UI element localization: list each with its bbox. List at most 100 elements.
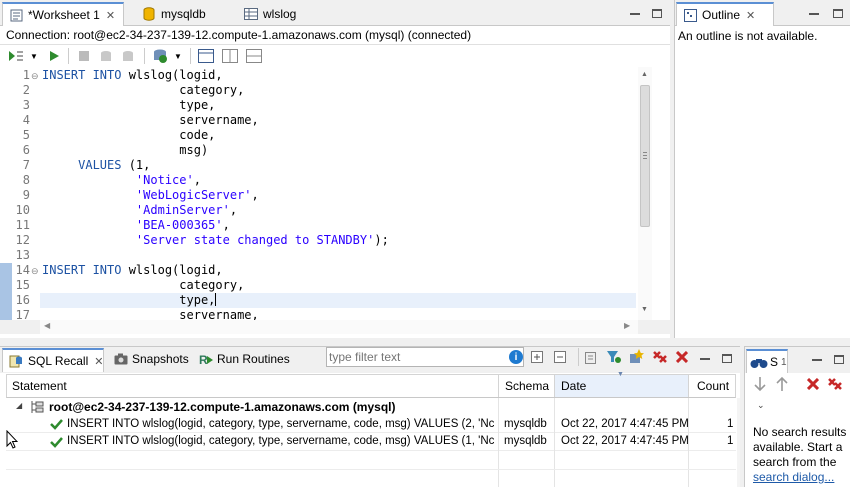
code-line: VALUES (1,	[42, 158, 150, 172]
column-divider	[498, 398, 499, 487]
minimize-button[interactable]	[810, 352, 824, 364]
tab-label: Snapshots	[132, 352, 189, 366]
row-divider	[6, 469, 736, 470]
split-vertical-icon[interactable]	[222, 48, 238, 64]
outline-message: An outline is not available.	[678, 29, 818, 43]
info-icon[interactable]: i	[509, 350, 523, 364]
editor-bottom-pad	[0, 334, 670, 338]
filter-input[interactable]	[329, 349, 505, 365]
sql-keyword: INSERT INTO	[42, 263, 129, 277]
minimize-button[interactable]	[698, 351, 712, 363]
execute-script-icon[interactable]	[8, 48, 24, 64]
code-line: type,	[42, 98, 215, 112]
chevron-down-icon[interactable]: ▼	[26, 48, 42, 64]
app-window: *Worksheet 1 ✕ mysqldb wlslog Connection…	[0, 0, 850, 487]
minimize-button[interactable]	[628, 6, 642, 18]
line-number: 1	[22, 68, 30, 82]
run-icon[interactable]	[46, 48, 62, 64]
line-number: 5	[22, 128, 30, 142]
connection-text: Connection: root@ec2-34-237-139-12.compu…	[6, 28, 472, 42]
column-header-count[interactable]: Count	[689, 375, 736, 397]
minimize-button[interactable]	[807, 6, 821, 18]
code-text: servername,	[42, 308, 259, 320]
transaction-mode-icon[interactable]	[152, 48, 168, 64]
scroll-down-icon[interactable]: ▼	[641, 306, 648, 313]
copy-to-editor-icon[interactable]	[584, 350, 598, 364]
add-to-favorites-icon[interactable]	[628, 349, 644, 365]
delete-all-icon[interactable]	[652, 350, 668, 364]
search-dialog-link[interactable]: search dialog...	[753, 470, 834, 484]
chevron-down-icon[interactable]: ⌄	[757, 400, 765, 411]
code-line: 'AdminServer',	[42, 203, 237, 217]
delete-icon[interactable]	[675, 350, 689, 364]
close-icon[interactable]: ✕	[94, 355, 103, 368]
filter-icon[interactable]	[606, 349, 622, 365]
previous-match-icon[interactable]	[775, 376, 789, 395]
tab-wlslog[interactable]: wlslog	[238, 2, 302, 26]
table-row[interactable]: INSERT INTO wlslog(logid, category, type…	[6, 416, 736, 433]
tab-label: S	[770, 355, 779, 369]
maximize-button[interactable]	[720, 352, 734, 364]
rollback-icon[interactable]	[120, 48, 136, 64]
scroll-left-icon[interactable]: ◀	[44, 321, 50, 330]
maximize-button[interactable]	[832, 353, 846, 365]
toolbar-separator	[190, 48, 191, 64]
code-line: INSERT INTO wlslog(logid,	[42, 263, 223, 277]
maximize-button[interactable]	[831, 7, 845, 19]
close-icon[interactable]: ✕	[106, 9, 115, 22]
line-number: 4	[22, 113, 30, 127]
string-literal: 'Notice'	[135, 173, 194, 187]
tab-snapshots[interactable]: Snapshots	[114, 350, 189, 368]
tab-sql-recall[interactable]: SQL Recall ✕	[2, 348, 104, 372]
success-check-icon	[50, 436, 63, 451]
column-header-schema[interactable]: Schema	[499, 375, 555, 397]
code-text: ,	[222, 218, 230, 232]
fold-icon[interactable]: ⊖	[31, 266, 39, 277]
code-line: 'WebLogicServer',	[42, 188, 259, 202]
scroll-right-icon[interactable]: ▶	[624, 321, 630, 330]
results-panel-icon[interactable]	[198, 48, 214, 64]
code-text: msg)	[42, 143, 209, 157]
maximize-button[interactable]	[650, 7, 664, 19]
fold-icon[interactable]: ⊖	[31, 71, 39, 82]
tab-worksheet-1[interactable]: *Worksheet 1 ✕	[2, 2, 124, 26]
tab-search[interactable]: S1	[746, 349, 788, 373]
close-icon[interactable]: ✕	[746, 9, 755, 22]
column-label: Date	[561, 379, 587, 393]
tree-root-row[interactable]: ◢ root@ec2-34-237-139-12.compute-1.amazo…	[6, 398, 736, 416]
tab-label: wlslog	[263, 7, 297, 21]
collapse-all-icon[interactable]	[553, 350, 567, 364]
chevron-down-icon[interactable]: ▼	[170, 48, 186, 64]
toolbar-separator	[68, 48, 69, 64]
remove-all-results-icon[interactable]	[827, 377, 843, 394]
vertical-scrollbar[interactable]: ▲ ▼	[638, 67, 652, 320]
stop-icon[interactable]	[76, 48, 92, 64]
editor-tab-bar: *Worksheet 1 ✕ mysqldb wlslog	[0, 0, 670, 26]
database-icon	[142, 7, 156, 21]
commit-icon[interactable]	[98, 48, 114, 64]
vertical-scrollbar[interactable]	[737, 398, 740, 487]
code-text: servername,	[42, 113, 259, 127]
tab-outline[interactable]: Outline ✕	[676, 2, 774, 26]
horizontal-scrollbar[interactable]: ◀ ▶	[40, 320, 638, 334]
code-text: category,	[42, 278, 245, 292]
scroll-up-icon[interactable]: ▲	[641, 71, 648, 78]
column-header-date[interactable]: Date ▼	[555, 371, 689, 397]
split-horizontal-icon[interactable]	[246, 48, 262, 64]
sql-editor[interactable]: ⊖ ⊖ 1 INSERT INTO wlslog(logid, 2 category…	[0, 67, 670, 320]
outline-tab-bar: Outline ✕	[675, 0, 850, 26]
tab-run-routines[interactable]: R Run Routines	[199, 350, 290, 368]
expand-all-icon[interactable]	[530, 350, 544, 364]
remove-result-icon[interactable]	[806, 377, 820, 393]
table-row[interactable]: INSERT INTO wlslog(logid, category, type…	[6, 433, 736, 451]
sql-keyword: INSERT INTO	[42, 68, 129, 82]
search-message: No search results available. Start a sea…	[753, 425, 849, 485]
tab-mysqldb[interactable]: mysqldb	[136, 2, 212, 26]
code-line: category,	[42, 278, 244, 292]
column-header-statement[interactable]: Statement	[6, 375, 499, 397]
worksheet-icon	[9, 8, 23, 22]
next-match-icon[interactable]	[753, 376, 767, 395]
scrollbar-thumb[interactable]	[640, 85, 650, 227]
expand-arrow-icon[interactable]: ◢	[16, 401, 22, 410]
